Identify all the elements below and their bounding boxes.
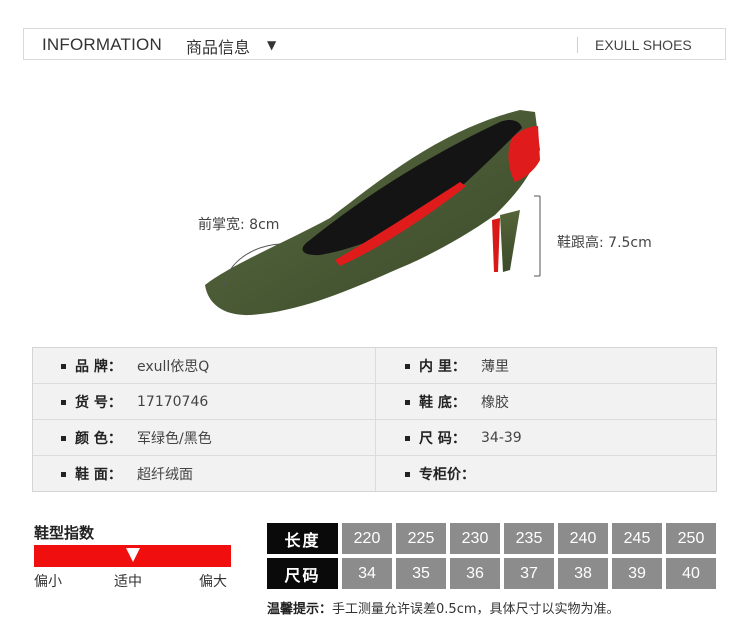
note-prefix: 温馨提示：	[267, 602, 333, 617]
spec-cell: 颜 色： 军绿色/黑色	[61, 420, 212, 456]
length-cell: 245	[612, 523, 662, 554]
length-row: 长度 220 225 230 235 240 245 250	[267, 523, 720, 554]
spec-cell: 尺 码： 34-39	[405, 420, 522, 456]
spec-value: 17170746	[137, 394, 209, 410]
header-divider	[577, 37, 578, 53]
product-image-area: 前掌宽: 8cm 鞋跟高: 7.5cm	[0, 90, 750, 340]
spec-cell: 货 号： 17170746	[61, 384, 208, 420]
size-cell: 36	[450, 558, 500, 589]
fit-label-large: 偏大	[199, 574, 227, 590]
fit-label-fit: 适中	[114, 574, 142, 590]
spec-key: 专柜价：	[419, 467, 475, 483]
bullet-icon	[405, 435, 410, 441]
brand-name: EXULL SHOES	[595, 37, 692, 53]
spec-value: 薄里	[481, 359, 509, 375]
spec-cell: 内 里： 薄里	[405, 348, 509, 384]
forefoot-width-label: 前掌宽: 8cm	[198, 217, 280, 233]
spec-table: 品 牌： exull依思Q 内 里： 薄里 货 号： 17170746 鞋 底：…	[32, 347, 717, 492]
spec-value: 34-39	[481, 430, 522, 446]
spec-row: 颜 色： 军绿色/黑色 尺 码： 34-39	[33, 420, 716, 456]
info-header: INFORMATION 商品信息 ▼ EXULL SHOES	[23, 28, 726, 60]
measurement-note: 温馨提示：手工测量允许误差0.5cm，具体尺寸以实物为准。	[267, 598, 620, 617]
bullet-icon	[61, 399, 66, 405]
length-cell: 250	[666, 523, 716, 554]
spec-key: 品 牌：	[75, 359, 122, 375]
header-title-cn: 商品信息	[186, 38, 251, 57]
spec-value: 超纤绒面	[137, 467, 193, 483]
bullet-icon	[61, 471, 66, 477]
length-cell: 220	[342, 523, 392, 554]
spec-row: 品 牌： exull依思Q 内 里： 薄里	[33, 348, 716, 384]
bullet-icon	[405, 363, 410, 369]
shoe-image	[205, 110, 541, 316]
bullet-icon	[61, 435, 66, 441]
size-row: 尺码 34 35 36 37 38 39 40	[267, 558, 720, 589]
size-cell: 38	[558, 558, 608, 589]
length-cell: 240	[558, 523, 608, 554]
bullet-icon	[405, 399, 410, 405]
bullet-icon	[61, 363, 66, 369]
spec-cell: 鞋 面： 超纤绒面	[61, 456, 193, 492]
size-header: 尺码	[267, 558, 338, 589]
spec-value: 军绿色/黑色	[137, 431, 212, 447]
length-cell: 235	[504, 523, 554, 554]
spec-row: 鞋 面： 超纤绒面 专柜价：	[33, 456, 716, 492]
spec-cell: 鞋 底： 橡胶	[405, 384, 509, 420]
note-text: 手工测量允许误差0.5cm，具体尺寸以实物为准。	[332, 602, 620, 617]
heel-shape	[500, 210, 520, 272]
spec-value: 橡胶	[481, 395, 509, 411]
dropdown-arrow-icon: ▼	[267, 38, 277, 52]
spec-key: 内 里：	[419, 359, 466, 375]
spec-key: 尺 码：	[419, 431, 466, 447]
size-cell: 37	[504, 558, 554, 589]
header-title-en: INFORMATION	[42, 35, 162, 54]
length-cell: 225	[396, 523, 446, 554]
length-header: 长度	[267, 523, 338, 554]
spec-key: 鞋 底：	[419, 395, 466, 411]
length-cell: 230	[450, 523, 500, 554]
spec-key: 鞋 面：	[75, 467, 122, 483]
bullet-icon	[405, 471, 410, 477]
size-cell: 34	[342, 558, 392, 589]
heel-height-label: 鞋跟高: 7.5cm	[557, 235, 652, 251]
fit-marker-icon	[125, 548, 140, 562]
fit-index-title: 鞋型指数	[34, 524, 95, 542]
spec-cell: 品 牌： exull依思Q	[61, 348, 209, 384]
spec-cell: 专柜价：	[405, 456, 481, 492]
fit-label-small: 偏小	[34, 574, 62, 590]
size-cell: 39	[612, 558, 662, 589]
spec-key: 颜 色：	[75, 431, 122, 447]
size-cell: 40	[666, 558, 716, 589]
spec-row: 货 号： 17170746 鞋 底： 橡胶	[33, 384, 716, 420]
spec-value: exull依思Q	[137, 359, 210, 375]
heel-red-edge	[492, 218, 500, 272]
size-cell: 35	[396, 558, 446, 589]
spec-key: 货 号：	[75, 395, 122, 411]
